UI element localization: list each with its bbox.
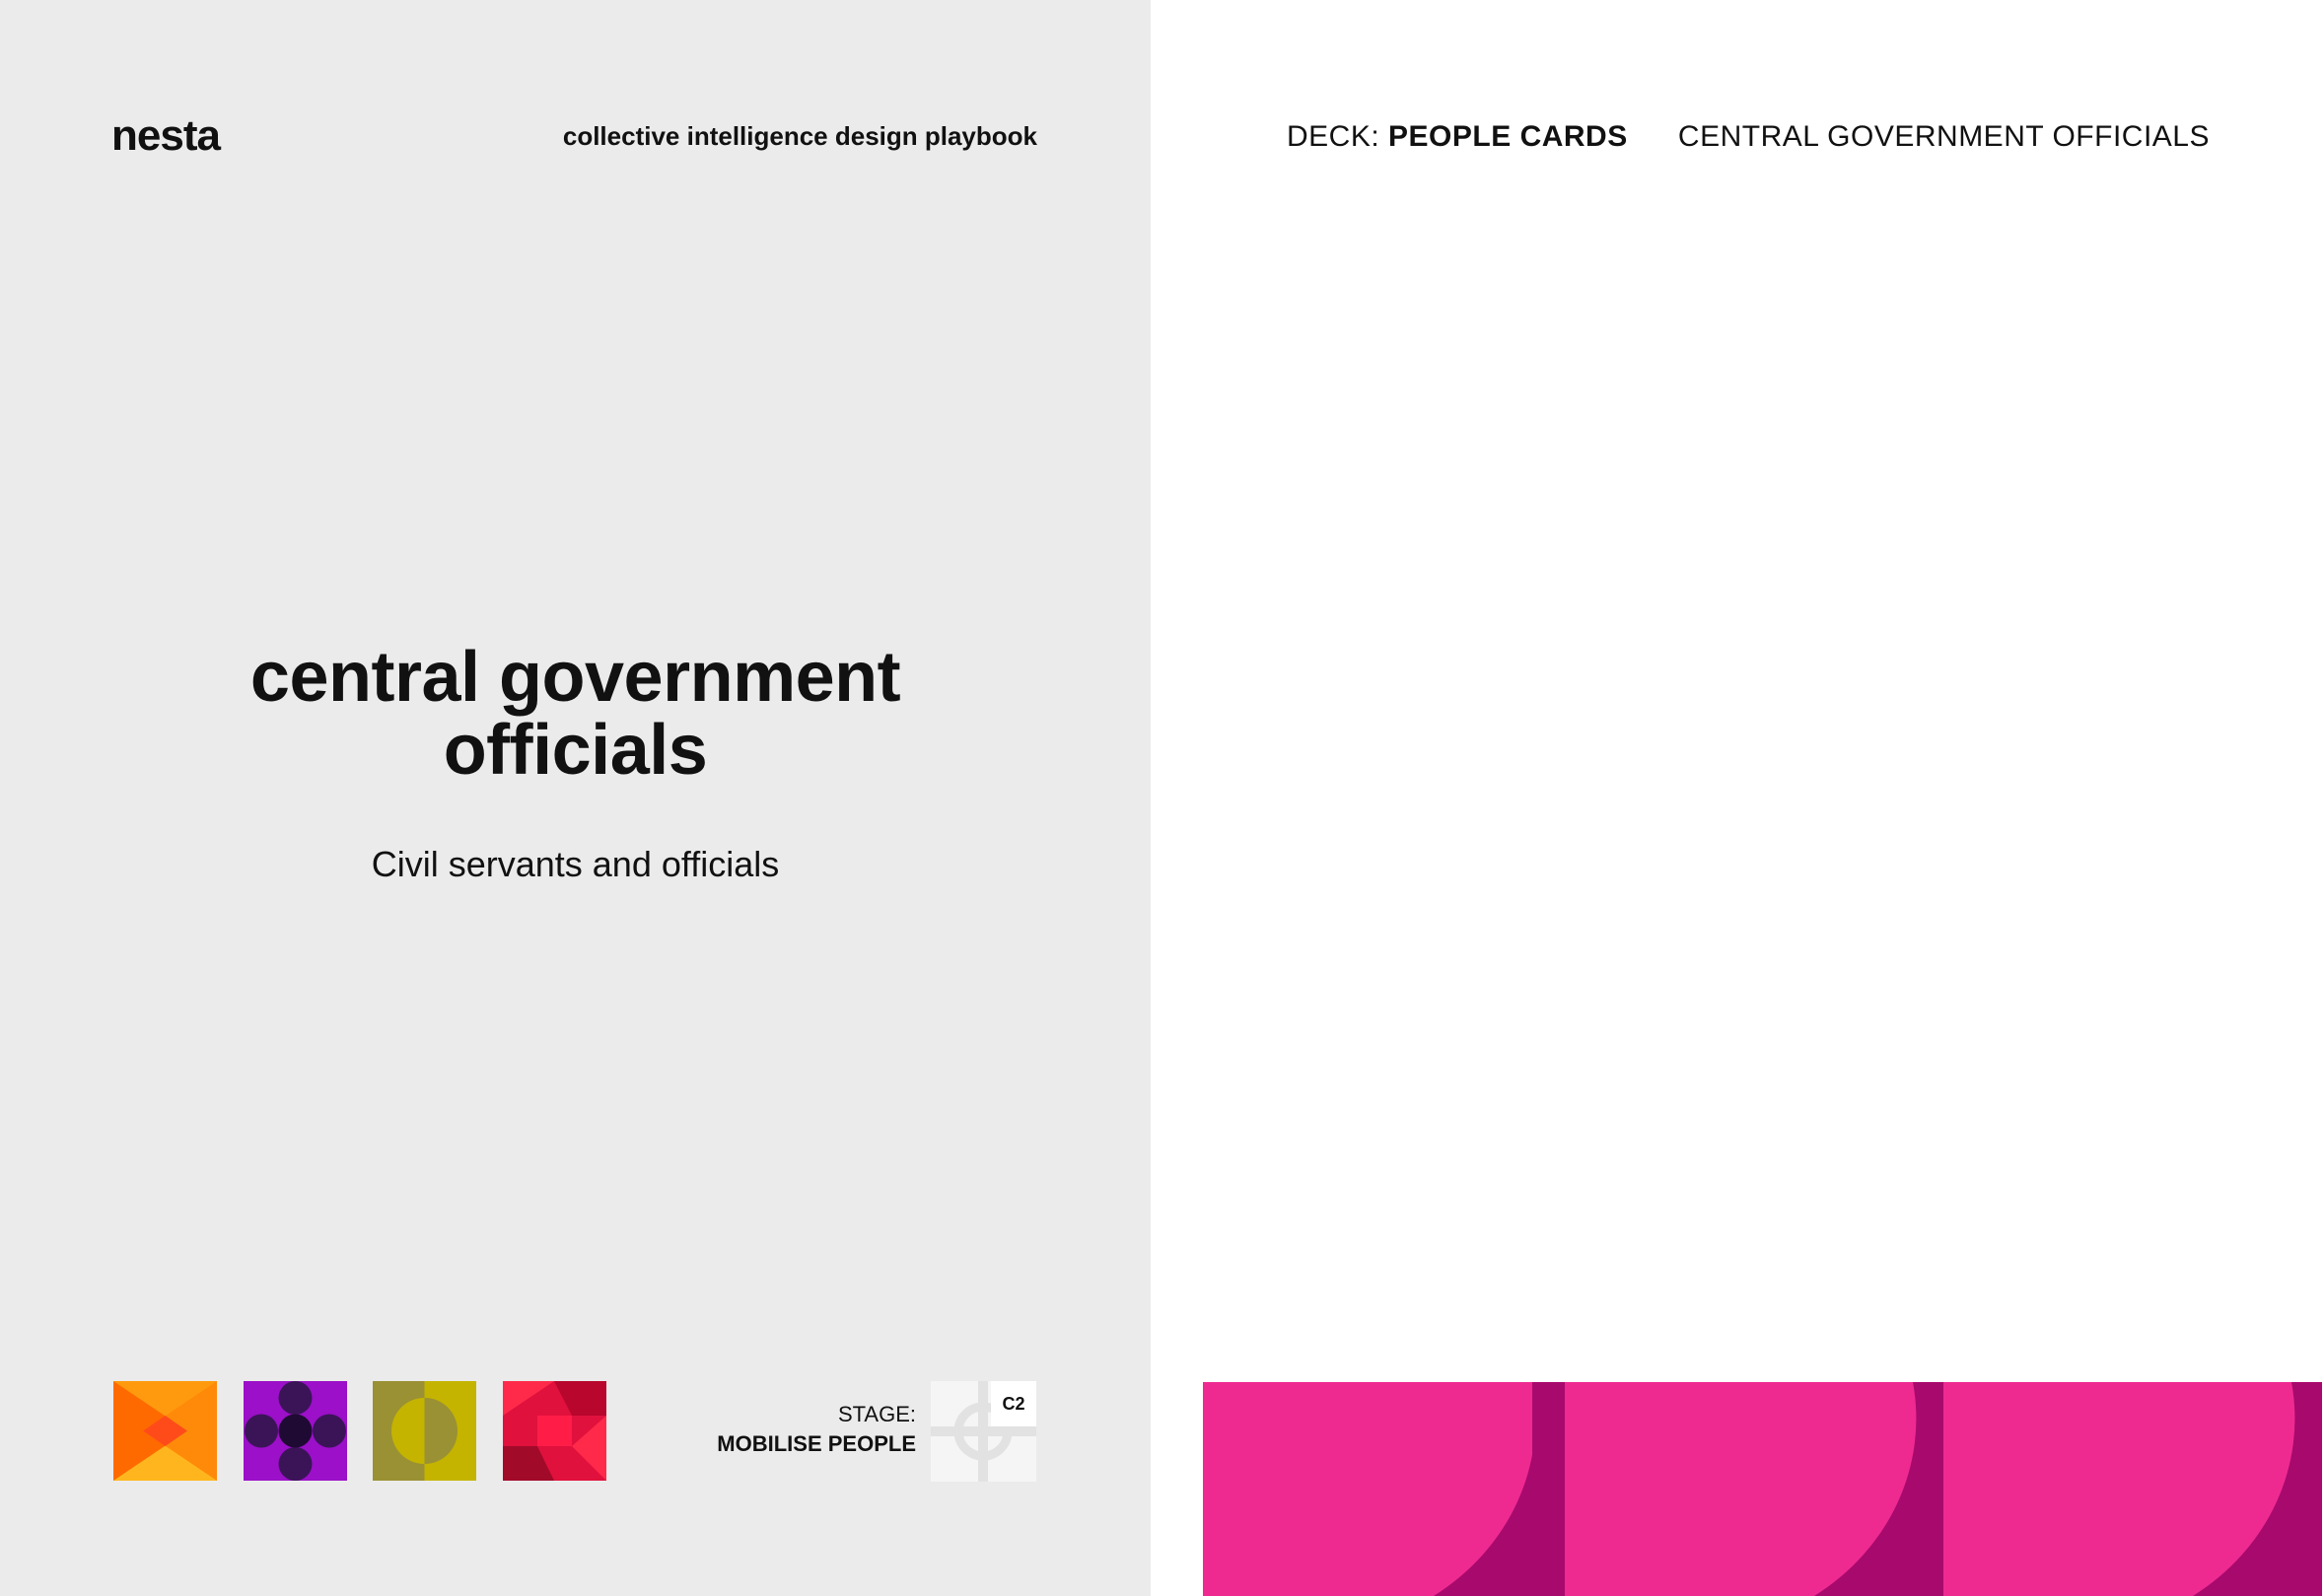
pattern-tile <box>1943 1382 2322 1596</box>
card-title-line-2: officials <box>443 711 708 790</box>
pattern-tile <box>1565 1382 1943 1596</box>
purple-flower-icon <box>244 1381 347 1481</box>
olive-circle-icon <box>373 1381 476 1481</box>
back-card-name: CENTRAL GOVERNMENT OFFICIALS <box>1677 120 2210 153</box>
card-title-line-1: central government <box>249 638 901 717</box>
deck-prefix: DECK: <box>1287 120 1389 153</box>
card-subtitle: Civil servants and officials <box>371 844 780 884</box>
stage-info: STAGE: MOBILISE PEOPLE <box>717 1400 916 1459</box>
card-title: central government officials <box>0 641 1151 787</box>
deck-name: PEOPLE CARDS <box>1388 120 1628 153</box>
orange-bowtie-icon <box>113 1381 217 1481</box>
playbook-title: collective intelligence design playbook <box>562 121 1037 151</box>
red-pinwheel-icon <box>503 1381 606 1481</box>
stage-code-badge: C2 <box>991 1381 1036 1426</box>
stage-target-icon: C2 <box>931 1381 1036 1482</box>
card-back: DECK: PEOPLE CARDS CENTRAL GOVERNMENT OF… <box>1151 0 2324 1596</box>
stage-label: STAGE: <box>837 1402 916 1426</box>
pattern-band <box>1203 1382 2324 1596</box>
deck-label: DECK: PEOPLE CARDS <box>1287 116 1628 158</box>
stage-value: MOBILISE PEOPLE <box>717 1431 916 1456</box>
card-front: nesta collective intelligence design pla… <box>0 0 1151 1596</box>
nesta-logo: nesta <box>111 111 221 160</box>
pattern-tile <box>1203 1382 1582 1596</box>
